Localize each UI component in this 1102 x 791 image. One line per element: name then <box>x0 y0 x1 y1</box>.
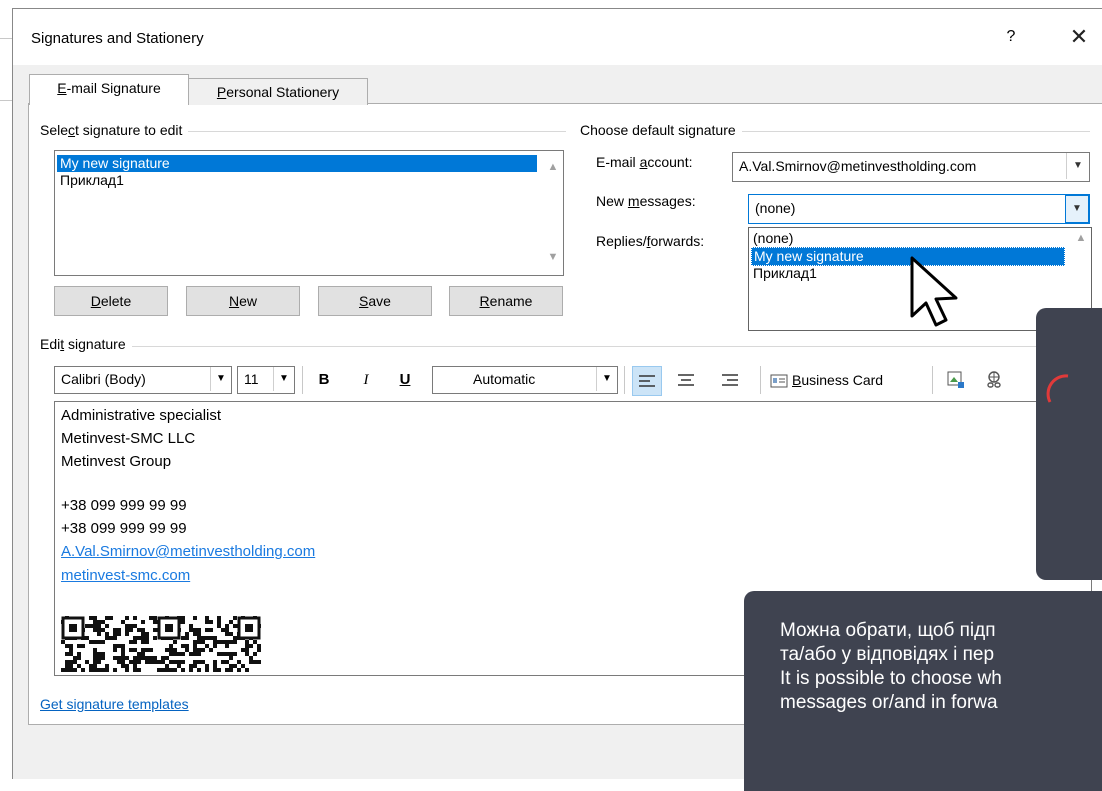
signature-email-link[interactable]: A.Val.Smirnov@metinvestholding.com <box>61 542 315 562</box>
chevron-down-icon[interactable]: ▼ <box>1066 153 1089 179</box>
bold-button[interactable]: B <box>310 366 338 394</box>
font-color-select[interactable]: Automatic ▼ <box>432 366 618 394</box>
signature-line: Metinvest-SMC LLC <box>61 430 196 447</box>
business-card-icon <box>770 374 788 388</box>
new-button[interactable]: New <box>186 286 300 316</box>
new-messages-label: New messages: <box>596 193 696 209</box>
save-button[interactable]: Save <box>318 286 432 316</box>
chevron-down-icon[interactable]: ▼ <box>1065 195 1089 223</box>
get-signature-templates-link[interactable]: Get signature templates <box>40 696 189 712</box>
dropdown-option-pryklad1[interactable]: Приклад1 <box>751 265 817 282</box>
select-signature-label: Select signature to edit <box>40 122 189 138</box>
font-value: Calibri (Body) <box>61 371 146 387</box>
tooltip-text: та/або у відповідях і пер <box>780 644 995 665</box>
insert-picture-icon <box>947 371 964 388</box>
toolbar-separator <box>760 366 761 394</box>
insert-picture-button[interactable] <box>942 366 970 394</box>
signature-phone: +38 099 999 99 99 <box>61 497 187 514</box>
business-card-button[interactable]: Business Card <box>770 366 883 394</box>
underline-button[interactable]: U <box>391 366 419 394</box>
list-item[interactable]: My new signature <box>57 155 537 172</box>
spinner-icon <box>1046 374 1069 403</box>
new-messages-select[interactable]: (none) ▼ <box>748 194 1090 224</box>
tab-label-key: P <box>216 84 227 100</box>
signature-list-scrollbar[interactable]: ▲ ▼ <box>543 151 563 275</box>
dialog-title: Signatures and Stationery <box>31 30 204 47</box>
email-account-label: E-mail account: <box>596 154 693 170</box>
close-button[interactable]: ✕ <box>1062 22 1096 52</box>
font-size-select[interactable]: 11 ▼ <box>237 366 295 394</box>
align-center-button[interactable] <box>672 366 700 394</box>
tutorial-tooltip: Можна обрати, щоб підп та/або у відповід… <box>744 591 1102 791</box>
group-divider <box>40 346 1090 347</box>
chevron-down-icon[interactable]: ▼ <box>273 367 294 391</box>
font-select[interactable]: Calibri (Body) ▼ <box>54 366 232 394</box>
help-button[interactable]: ? <box>998 24 1024 50</box>
toolbar-separator <box>932 366 933 394</box>
qr-code-image <box>61 616 261 672</box>
toolbar-separator <box>624 366 625 394</box>
hyperlink-icon <box>987 371 1001 388</box>
signature-line: Metinvest Group <box>61 453 172 470</box>
align-right-button[interactable] <box>716 366 744 394</box>
tab-personal-stationery[interactable]: Personal Stationery <box>188 78 368 105</box>
tab-label-key: E <box>57 80 67 96</box>
email-account-value: A.Val.Smirnov@metinvestholding.com <box>739 158 977 174</box>
chevron-down-icon[interactable]: ▼ <box>596 367 617 391</box>
tooltip-text: Можна обрати, щоб підп <box>780 620 996 641</box>
tab-email-signature[interactable]: E-mail Signature <box>29 74 189 105</box>
mouse-pointer-icon <box>910 256 958 327</box>
signature-website-link[interactable]: metinvest-smc.com <box>61 566 190 586</box>
font-color-value: Automatic <box>473 371 536 387</box>
scroll-down-icon[interactable]: ▼ <box>543 251 563 269</box>
background-window-line <box>0 100 12 101</box>
delete-button[interactable]: Delete <box>54 286 168 316</box>
list-item[interactable]: Приклад1 <box>57 172 124 189</box>
signature-list[interactable]: My new signature Приклад1 ▲ ▼ <box>54 150 564 276</box>
toolbar-separator <box>302 366 303 394</box>
new-messages-value: (none) <box>755 200 796 216</box>
tooltip-text: messages or/and in forwa <box>780 692 998 713</box>
scroll-up-icon[interactable]: ▲ <box>543 161 563 179</box>
scroll-up-icon[interactable]: ▲ <box>1071 232 1091 250</box>
default-signature-label: Choose default signature <box>580 122 742 138</box>
signature-phone: +38 099 999 99 99 <box>61 520 187 537</box>
chevron-down-icon[interactable]: ▼ <box>210 367 231 391</box>
replies-forwards-label: Replies/forwards: <box>596 233 705 249</box>
align-left-button[interactable] <box>632 366 662 396</box>
italic-button[interactable]: I <box>352 366 380 394</box>
align-right-icon <box>722 374 738 386</box>
signature-line: Administrative specialist <box>61 407 222 424</box>
email-account-select[interactable]: A.Val.Smirnov@metinvestholding.com ▼ <box>732 152 1090 182</box>
font-size-value: 11 <box>244 371 259 387</box>
align-center-icon <box>678 374 694 386</box>
tooltip-text: It is possible to choose wh <box>780 668 1002 689</box>
tab-label: ersonal Stationery <box>226 84 340 100</box>
insert-hyperlink-button[interactable] <box>980 366 1008 394</box>
edit-signature-label: Edit signature <box>40 336 132 352</box>
background-window-line <box>0 38 12 39</box>
tab-label: -mail Signature <box>66 80 161 96</box>
tutorial-overlay-panel <box>1036 308 1102 580</box>
rename-button[interactable]: Rename <box>449 286 563 316</box>
align-left-icon <box>639 375 655 387</box>
dropdown-option-none[interactable]: (none) <box>751 230 793 247</box>
